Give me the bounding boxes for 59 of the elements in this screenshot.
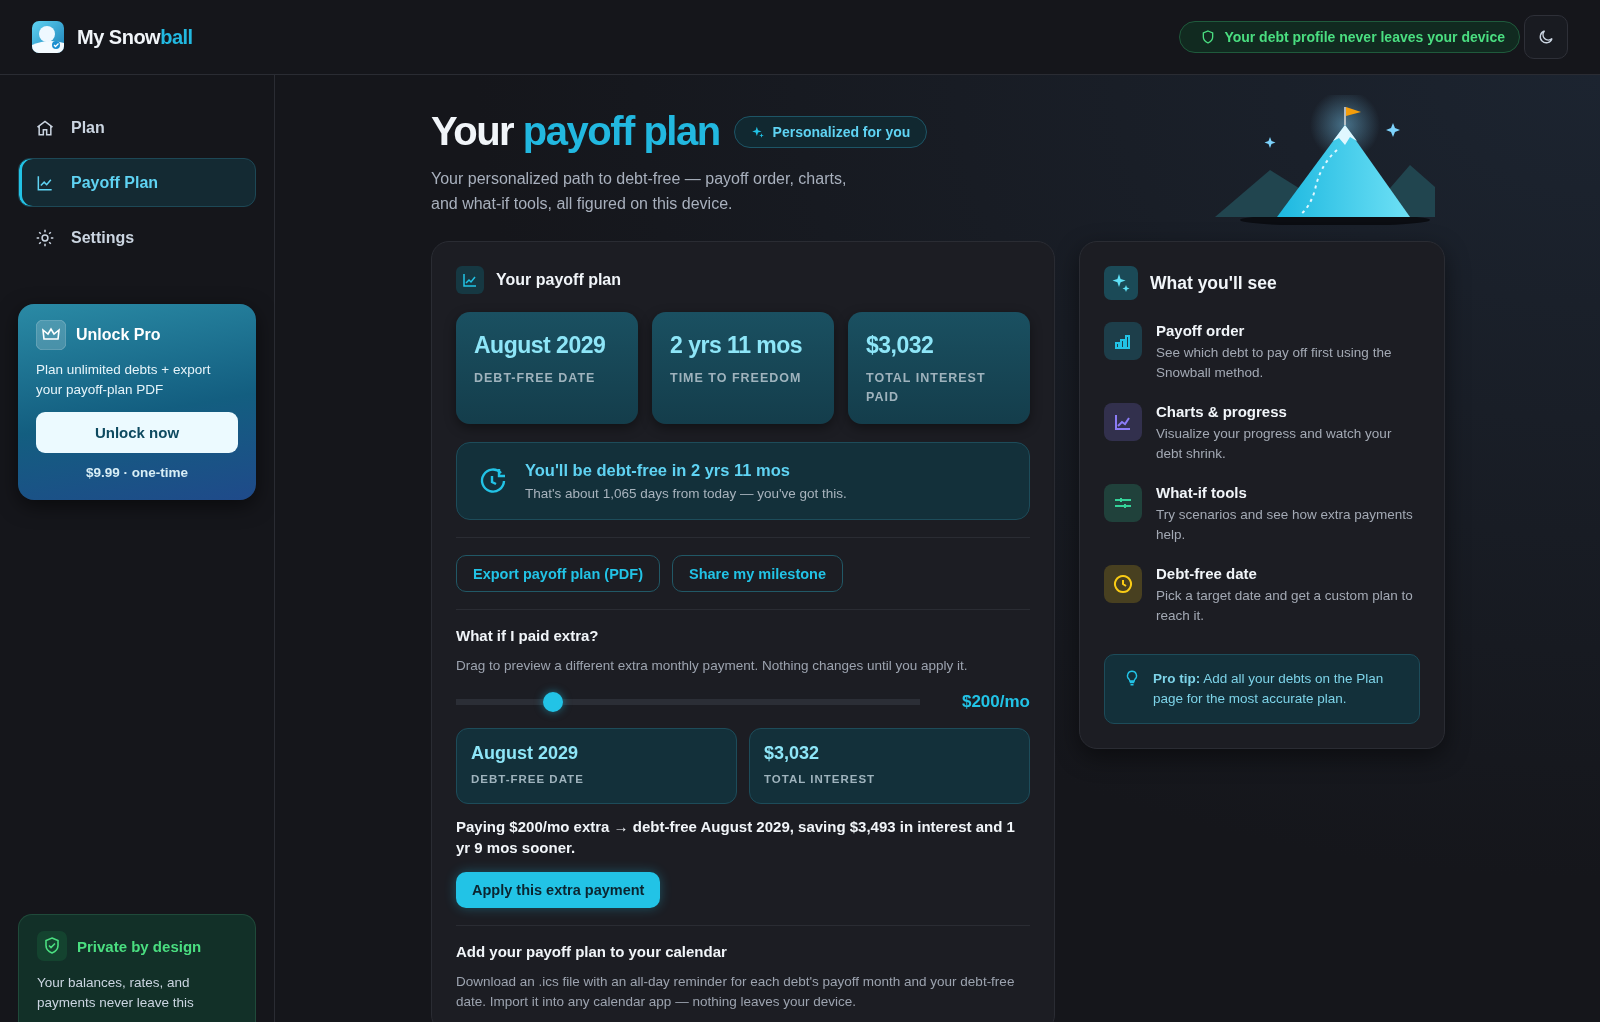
moon-icon xyxy=(1537,28,1555,46)
stat-label: DEBT-FREE DATE xyxy=(474,370,597,387)
logo-icon xyxy=(32,21,64,53)
pro-title: Unlock Pro xyxy=(76,326,161,344)
line-chart-icon xyxy=(456,266,484,294)
result-label: DEBT-FREE DATE xyxy=(471,772,585,787)
badge-text: Personalized for you xyxy=(772,123,911,140)
sidebar-item[interactable]: Settings xyxy=(18,213,256,262)
feature-title: Charts & progress xyxy=(1156,403,1288,420)
feature-description: See which debt to pay off first using the Snowball method. xyxy=(1156,344,1393,382)
clock-icon xyxy=(1104,565,1142,603)
shield-check-icon xyxy=(37,931,67,961)
crown-icon xyxy=(36,320,66,350)
app-name: My Snowball xyxy=(77,25,193,49)
feature-description: Try scenarios and see how extra payments help. xyxy=(1156,506,1414,544)
badge-text: Your debt profile never leaves your device xyxy=(1224,29,1505,45)
sliders-icon xyxy=(1104,484,1142,522)
card-title: What you'll see xyxy=(1150,272,1277,294)
result-label: TOTAL INTEREST xyxy=(764,772,877,787)
action-button[interactable]: Share my milestone xyxy=(672,555,843,592)
feature-description: Pick a target date and get a custom plan to reach it. xyxy=(1156,587,1414,625)
feature-description: Visualize your progress and watch your debt shrink. xyxy=(1156,425,1393,463)
action-button[interactable]: Export payoff plan (PDF) xyxy=(456,555,660,592)
privacy-description: Your balances, rates, and payments never leave this xyxy=(37,974,195,1012)
stat-value: $3,032 xyxy=(866,332,935,359)
page-title: Your payoff plan xyxy=(431,109,720,154)
stat-label: TOTAL INTEREST PAID xyxy=(866,370,987,406)
sidebar-item[interactable]: Plan xyxy=(18,103,256,152)
feature-title: Payoff order xyxy=(1156,322,1246,339)
section-text: Drag to preview a different extra monthly payment. Nothing changes until you apply it. xyxy=(456,657,969,675)
result-value: $3,032 xyxy=(764,743,821,764)
section-text: Download an .ics file with an all-day reminder for each debt's payoff month and your debt-free date. Import it into any calendar app — nothing leaves your device. xyxy=(456,973,1016,1011)
pro-tip-text: Pro tip: Add all your debts on the Plan page for the most accurate plan. xyxy=(1153,670,1385,708)
summary-text: Paying $200/mo extra → debt-free August 2029, saving $3,493 in interest and 1 yr 9 mos sooner. xyxy=(456,817,1016,858)
stat-label: TIME TO FREEDOM xyxy=(670,370,803,387)
unlock-button[interactable]: Unlock now xyxy=(36,412,238,453)
feature-title: What-if tools xyxy=(1156,484,1248,501)
slider-thumb[interactable] xyxy=(543,692,564,712)
banner-text: That's about 1,065 days from today — you've got this. xyxy=(525,486,847,501)
banner-title: You'll be debt-free in 2 yrs 11 mos xyxy=(525,461,791,480)
result-value: August 2029 xyxy=(471,743,580,764)
slider-reading: $200/mo xyxy=(961,692,1030,712)
price-text: $9.99 · one-time xyxy=(84,465,189,480)
section-title: Add your payoff plan to your calendar xyxy=(456,943,728,960)
stat-value: 2 yrs 11 mos xyxy=(670,332,804,359)
theme-toggle-button[interactable] xyxy=(1524,15,1568,59)
feature-title: Debt-free date xyxy=(1156,565,1258,582)
line-chart-icon xyxy=(1104,403,1142,441)
card-title: Your payoff plan xyxy=(496,271,622,289)
settings-icon xyxy=(35,227,55,248)
sidebar-item[interactable]: Payoff Plan xyxy=(18,158,256,207)
section-title: What if I paid extra? xyxy=(456,627,600,644)
sparkle-icon xyxy=(1104,266,1138,300)
privacy-title: Private by design xyxy=(77,937,202,955)
bar-chart-icon xyxy=(1104,322,1142,360)
pro-description: Plan unlimited debts + export your payoff-plan PDF xyxy=(36,361,212,399)
page-subtitle: Your personalized path to debt-free — payoff order, charts, and what-if tools, all figured on this device. xyxy=(431,169,848,214)
stat-value: August 2029 xyxy=(474,332,607,359)
apply-button[interactable]: Apply this extra payment xyxy=(456,872,661,908)
